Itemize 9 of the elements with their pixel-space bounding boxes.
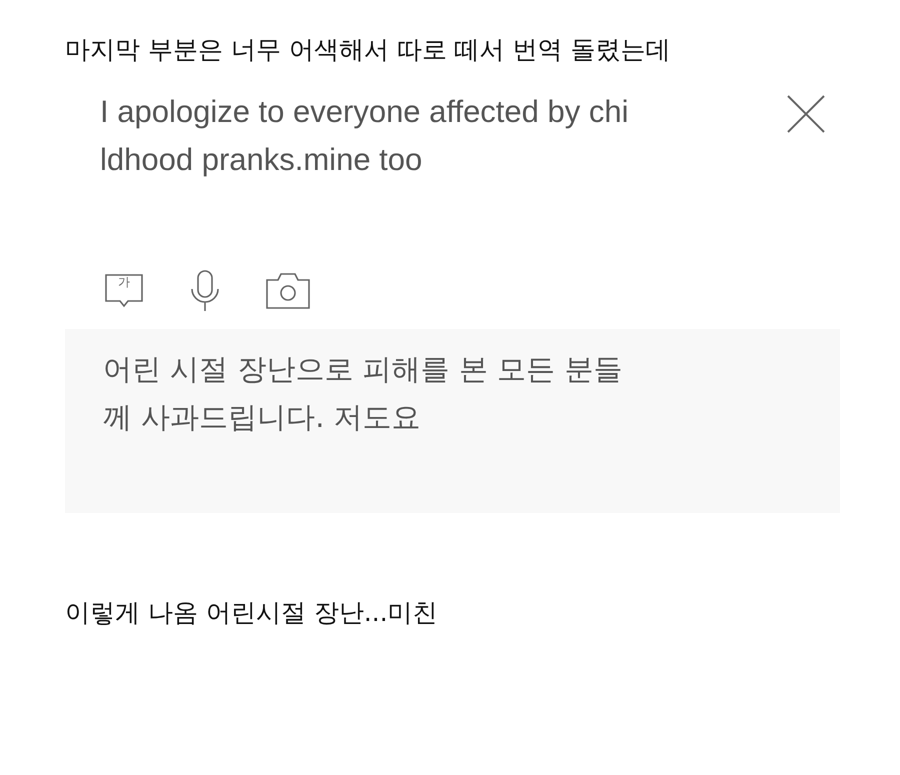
glyph-label: 가: [117, 274, 131, 290]
translation-text: 어린 시절 장난으로 피해를 본 모든 분들 께 사과드립니다. 저도요: [103, 351, 624, 436]
post-text: 마지막 부분은 너무 어색해서 따로 떼서 번역 돌렸는데: [65, 34, 672, 66]
source-text: I apologize to everyone affected by chi ldhood pranks.mine too: [100, 93, 628, 179]
camera-button[interactable]: [265, 271, 311, 311]
close-icon: [786, 94, 826, 134]
post-text: 이렇게 나옴 어린시절 장난...미친: [65, 597, 439, 629]
handwriting-button[interactable]: 가: [103, 271, 145, 311]
camera-icon: [265, 271, 311, 311]
